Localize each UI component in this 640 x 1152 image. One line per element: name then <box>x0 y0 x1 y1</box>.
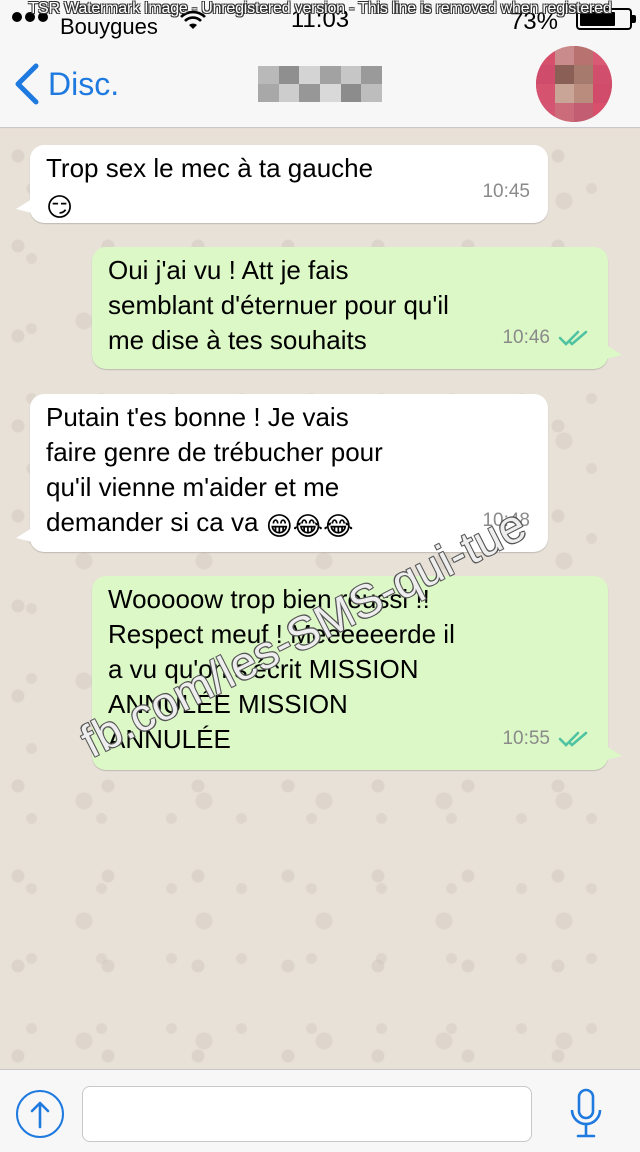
laughing-emoji-icon: 😁😂😂 <box>265 511 354 541</box>
message-time: 10:45 <box>482 181 530 202</box>
message-input[interactable] <box>82 1086 532 1142</box>
double-check-icon <box>558 330 588 346</box>
contact-name-pixelated[interactable] <box>258 66 382 102</box>
chevron-left-icon <box>15 63 39 105</box>
back-button[interactable]: Disc. <box>12 60 119 108</box>
share-button[interactable] <box>16 1090 64 1138</box>
smirk-emoji-icon: 😏 <box>46 192 74 222</box>
message-time: 10:46 <box>502 327 550 348</box>
message-meta: 10:46 <box>502 320 590 355</box>
microphone-icon[interactable] <box>568 1088 604 1140</box>
composer-bar <box>0 1069 640 1152</box>
message-time: 10:55 <box>502 728 550 749</box>
double-check-icon <box>558 731 588 747</box>
status-bar: Bouygues 11:03 73% TSR Watermark Image -… <box>0 0 640 40</box>
share-icon <box>30 1101 50 1129</box>
watermark-banner: TSR Watermark Image - Unregistered versi… <box>28 0 612 17</box>
back-label: Disc. <box>48 65 120 102</box>
message-incoming[interactable]: Trop sex le mec à ta gauche 😏 10:45 <box>16 145 548 223</box>
message-meta: 10:55 <box>502 721 590 756</box>
chat-header: Disc. <box>0 40 640 128</box>
message-text: Trop sex le mec à ta gauche <box>46 153 374 183</box>
message-meta: 10:45 <box>482 174 530 209</box>
message-outgoing[interactable]: Oui j'ai vu ! Att je fais semblant d'éte… <box>92 247 622 369</box>
avatar[interactable] <box>536 46 612 122</box>
